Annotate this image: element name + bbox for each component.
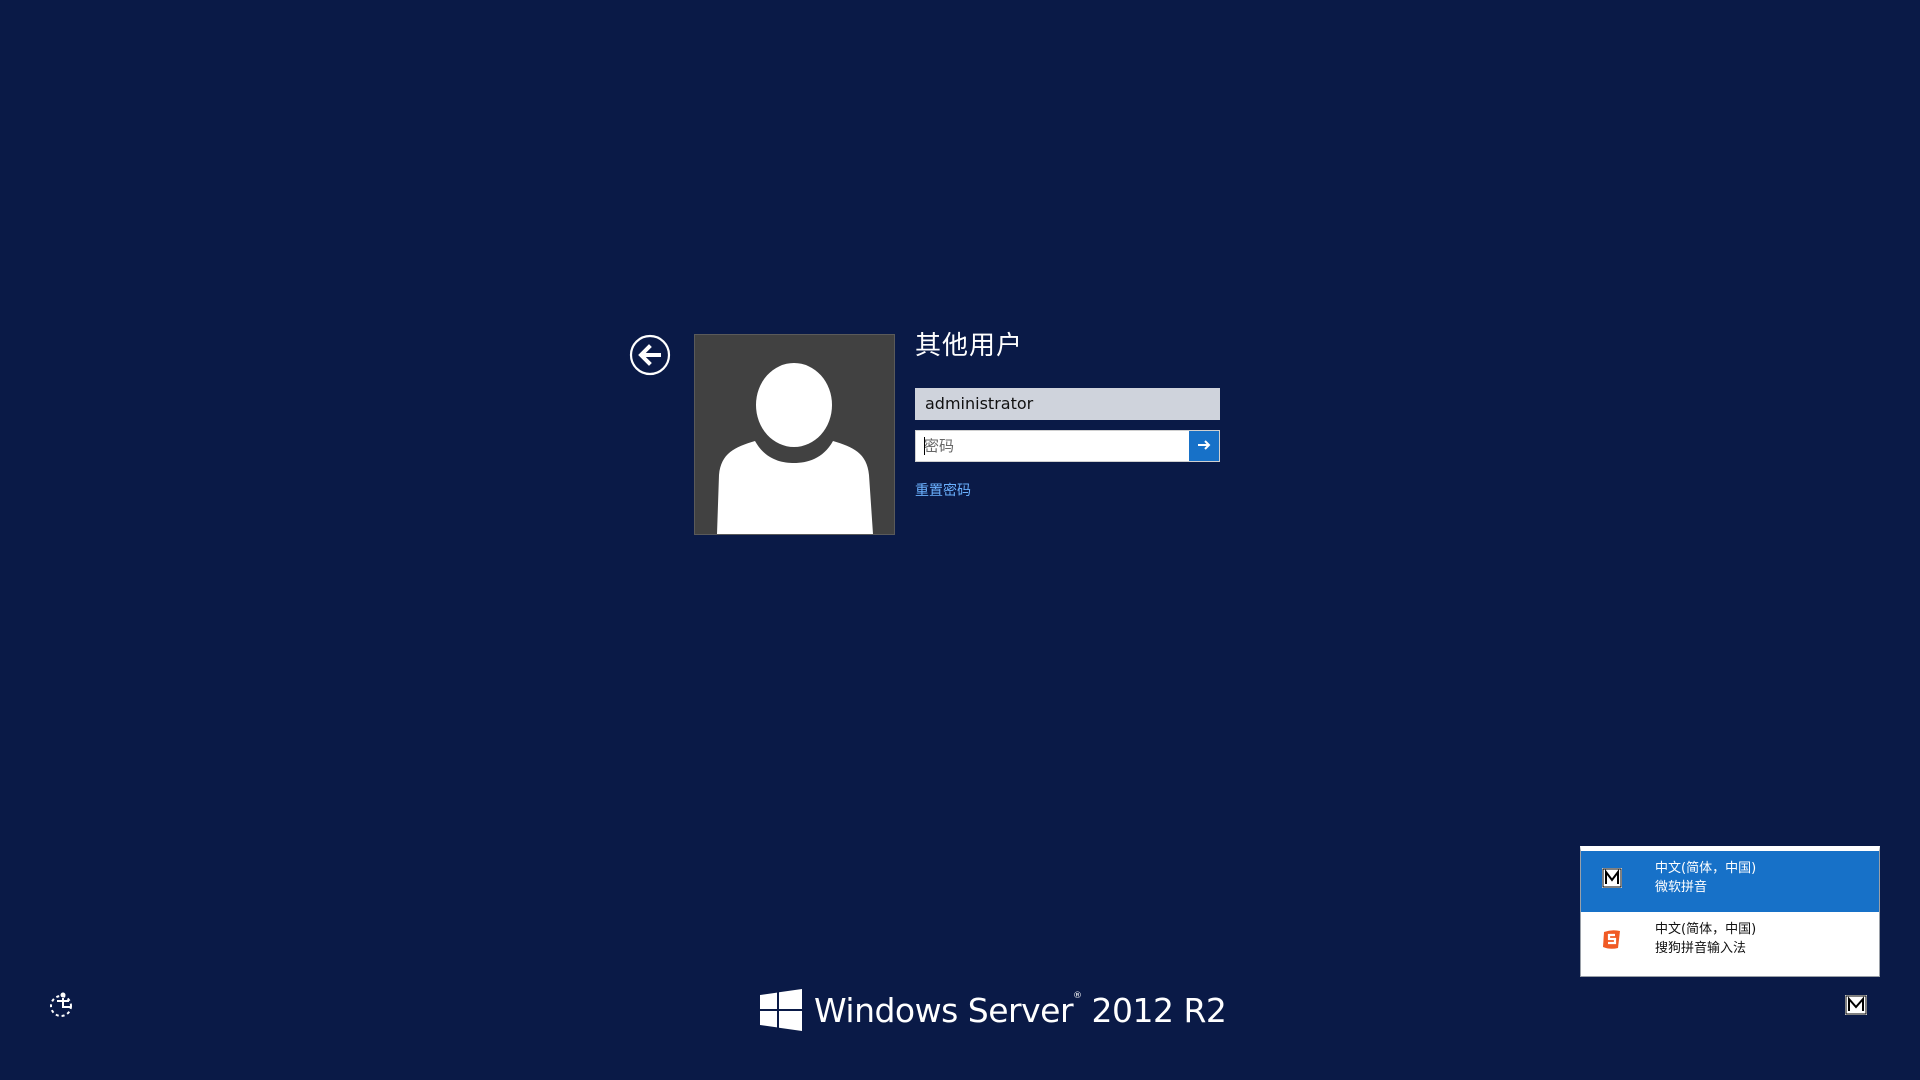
ime-item-microsoft-pinyin[interactable]: 中文(简体，中国) 微软拼音: [1581, 851, 1879, 912]
product-name: Windows Server® 2012 R2: [814, 990, 1227, 1030]
submit-button[interactable]: [1189, 431, 1219, 461]
text-caret: [924, 437, 925, 455]
login-screen: 其他用户 administrator 重置密码 Windows Server® …: [0, 0, 1920, 1080]
password-field-container: [915, 430, 1220, 462]
user-display-name: 其他用户: [915, 331, 1024, 361]
windows-logo-icon: [760, 989, 802, 1031]
arrow-right-icon: [1198, 440, 1211, 450]
sogou-pinyin-icon: [1603, 930, 1620, 949]
ime-language-label: 中文(简体，中国): [1655, 861, 1757, 876]
reset-password-link[interactable]: 重置密码: [915, 480, 971, 500]
back-button[interactable]: [629, 334, 671, 376]
microsoft-pinyin-icon: [1602, 868, 1622, 888]
username-field[interactable]: administrator: [915, 388, 1220, 420]
ease-of-access-icon: [50, 992, 72, 1017]
input-method-menu: 中文(简体，中国) 微软拼音 中文(简体，中国) 搜狗拼音输入法: [1580, 846, 1880, 977]
password-input[interactable]: [916, 431, 1190, 461]
user-avatar: [694, 334, 895, 535]
input-indicator-button[interactable]: [1844, 994, 1868, 1016]
user-silhouette-icon: [717, 363, 873, 534]
ime-language-label: 中文(简体，中国): [1655, 922, 1757, 937]
back-arrow-icon: [629, 334, 671, 376]
microsoft-pinyin-icon: [1845, 995, 1867, 1015]
ease-of-access-button[interactable]: [48, 990, 78, 1020]
ime-method-label: 搜狗拼音输入法: [1655, 941, 1747, 956]
ime-method-label: 微软拼音: [1655, 880, 1708, 895]
ime-item-sogou-pinyin[interactable]: 中文(简体，中国) 搜狗拼音输入法: [1581, 912, 1879, 973]
product-branding: Windows Server® 2012 R2: [760, 988, 1227, 1032]
